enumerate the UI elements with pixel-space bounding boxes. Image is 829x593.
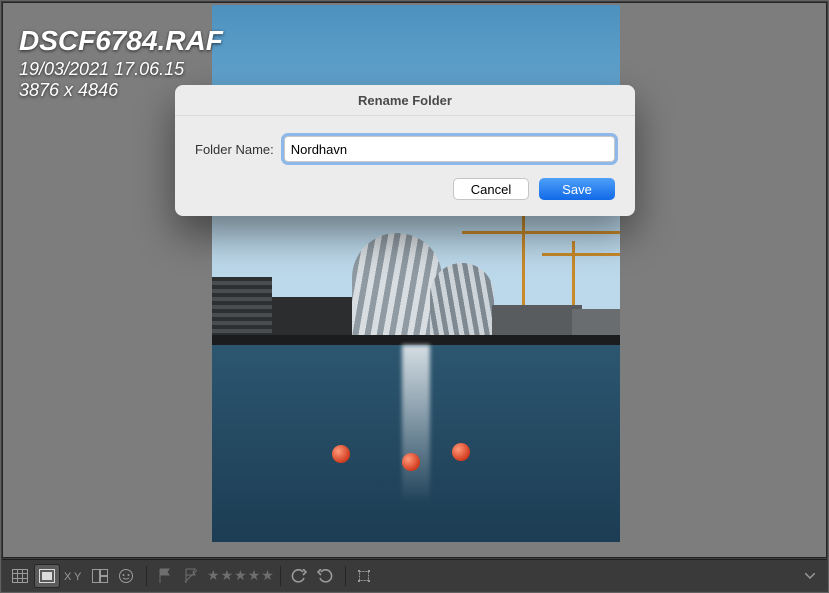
loupe-view-button[interactable] [34,564,60,588]
people-view-button[interactable] [114,565,138,587]
dialog-title: Rename Folder [175,85,635,116]
bottom-toolbar: XY ★ ★ ★ ★ ★ [2,559,827,591]
photo-building [430,263,494,341]
dialog-body: Folder Name: [175,116,635,168]
rotate-ccw-button[interactable] [287,565,311,587]
star-icon[interactable]: ★ [234,567,247,584]
star-icon[interactable]: ★ [248,567,261,584]
survey-view-button[interactable] [88,565,112,587]
image-canvas: DSCF6784.RAF 19/03/2021 17.06.15 3876 x … [2,2,827,558]
star-icon[interactable]: ★ [221,567,234,584]
photo-buoy [402,453,420,471]
photo-crane [462,231,620,234]
toolbar-separator [280,566,281,586]
rename-folder-dialog: Rename Folder Folder Name: Cancel Save [175,85,635,216]
photo-buoy [452,443,470,461]
photo-reflection [402,345,430,542]
svg-text:Y: Y [74,571,82,583]
star-icon[interactable]: ★ [261,567,274,584]
rating-stars[interactable]: ★ ★ ★ ★ ★ [207,567,274,584]
crop-bounds-button[interactable] [352,565,376,587]
cancel-button[interactable]: Cancel [453,178,529,200]
datetime-label: 19/03/2021 17.06.15 [19,59,223,80]
photo-building [352,233,442,341]
star-icon[interactable]: ★ [207,567,220,584]
photo-shoreline [212,335,620,345]
filename-label: DSCF6784.RAF [19,25,223,57]
app-window: DSCF6784.RAF 19/03/2021 17.06.15 3876 x … [0,0,829,593]
folder-name-input[interactable] [284,136,615,162]
reject-button[interactable] [179,565,203,587]
photo-buoy [332,445,350,463]
grid-view-button[interactable] [8,565,32,587]
toolbar-menu-button[interactable] [799,573,821,579]
toolbar-separator [345,566,346,586]
compare-view-button[interactable]: XY [62,565,86,587]
folder-name-label: Folder Name: [195,142,274,157]
flag-button[interactable] [153,565,177,587]
photo-crane [542,253,620,256]
toolbar-separator [146,566,147,586]
photo-building [212,277,272,341]
rotate-cw-button[interactable] [313,565,337,587]
svg-text:X: X [64,571,72,583]
save-button[interactable]: Save [539,178,615,200]
dialog-footer: Cancel Save [175,168,635,216]
